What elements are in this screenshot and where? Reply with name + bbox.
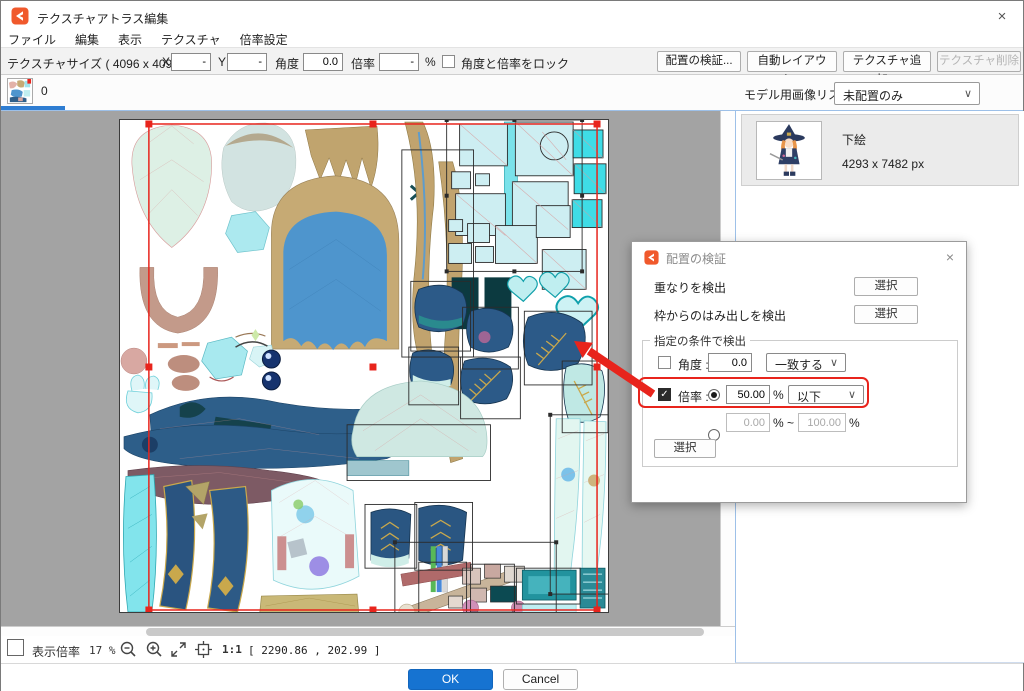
image-list-filter-dropdown[interactable]: 未配置のみ ∨ <box>834 82 980 105</box>
detect-outside-label: 枠からのはみ出しを検出 <box>654 307 786 324</box>
tab-thumbnail <box>7 78 33 104</box>
zoom-out-icon[interactable] <box>119 640 138 659</box>
dialog-title: 配置の検証 <box>666 250 726 267</box>
list-item[interactable]: 下絵 4293 x 7482 px <box>741 114 1019 186</box>
active-tab-underline <box>1 106 65 110</box>
cursor-coordinates: [ 2290.86 , 202.99 ] <box>248 644 380 657</box>
close-icon[interactable]: × <box>989 8 1015 26</box>
menu-edit[interactable]: 編集 <box>75 31 99 48</box>
dialog-logo-icon <box>644 250 659 265</box>
menu-bar: ファイル 編集 表示 テクスチャ 倍率設定 <box>1 31 1023 47</box>
fit-expand-icon[interactable] <box>169 640 188 659</box>
filter-value: 未配置のみ <box>843 87 903 104</box>
overlap-select-button[interactable]: 選択 <box>854 277 918 296</box>
cancel-button[interactable]: Cancel <box>503 669 578 690</box>
view-zoom-checkbox[interactable] <box>7 639 24 656</box>
scale-label: 倍率 <box>351 55 375 72</box>
scale-field[interactable] <box>379 53 419 71</box>
scale-mode-dropdown[interactable]: 以下 ∨ <box>788 385 864 404</box>
app-logo-icon <box>11 7 29 25</box>
range-min-field[interactable] <box>726 413 770 432</box>
texture-size-label: テクスチャサイズ ( 4096 x 4096 ) <box>7 55 186 72</box>
percent-label: % <box>425 55 436 69</box>
angle-label: 角度 <box>275 55 299 72</box>
menu-scale-settings[interactable]: 倍率設定 <box>240 31 288 48</box>
remove-texture-button[interactable]: テクスチャ削除 <box>937 51 1021 72</box>
angle-condition-field[interactable] <box>708 353 752 372</box>
lock-angle-scale-label: 角度と倍率をロック <box>461 55 569 72</box>
outside-select-button[interactable]: 選択 <box>854 305 918 324</box>
range-max-field[interactable] <box>798 413 846 432</box>
item-thumbnail <box>756 121 822 180</box>
chevron-down-icon: ∨ <box>830 356 838 369</box>
ok-button[interactable]: OK <box>408 669 493 690</box>
angle-condition-label: 角度 : <box>678 356 709 373</box>
angle-condition-checkbox[interactable] <box>658 356 671 369</box>
zoom-in-icon[interactable] <box>145 640 164 659</box>
range-join-label: % ~ <box>773 416 794 430</box>
scale-single-radio[interactable] <box>708 389 720 401</box>
atlas-pieces <box>121 122 606 612</box>
texture-atlas-canvas[interactable] <box>119 119 609 613</box>
menu-file[interactable]: ファイル <box>8 31 56 48</box>
range-unit-label: % <box>849 416 860 430</box>
add-texture-button[interactable]: テクスチャ追加... <box>843 51 931 72</box>
tab-strip: 0 モデル用画像リスト 未配置のみ ∨ <box>1 75 1023 111</box>
menu-texture[interactable]: テクスチャ <box>161 31 221 48</box>
scale-mode-value: 以下 <box>797 388 821 405</box>
check-icon: ✓ <box>660 389 668 400</box>
chevron-down-icon: ∨ <box>964 87 972 100</box>
dialog-close-icon[interactable]: × <box>940 249 960 265</box>
condition-select-button[interactable]: 選択 <box>654 439 716 458</box>
view-zoom-label: 表示倍率 <box>32 643 80 660</box>
y-field[interactable] <box>227 53 267 71</box>
lock-angle-scale-checkbox[interactable] <box>442 55 455 68</box>
x-field[interactable] <box>171 53 211 71</box>
scale-value-field[interactable] <box>726 385 770 404</box>
placement-validation-dialog: 配置の検証 × 重なりを検出 選択 枠からのはみ出しを検出 選択 指定の条件で検… <box>631 241 967 503</box>
toolbar: テクスチャサイズ ( 4096 x 4096 ) X Y 角度 倍率 % 角度と… <box>1 47 1023 75</box>
condition-group-legend: 指定の条件で検出 <box>650 333 750 349</box>
fit-frame-icon[interactable] <box>194 640 213 659</box>
scale-condition-label: 倍率 : <box>678 388 709 405</box>
footer-bar: OK Cancel <box>1 663 1023 691</box>
menu-view[interactable]: 表示 <box>118 31 142 48</box>
scale-unit-label: % <box>773 388 784 402</box>
view-zoom-value: 17 % <box>89 644 116 657</box>
item-size: 4293 x 7482 px <box>842 157 924 171</box>
canvas-horizontal-scrollbar[interactable] <box>1 626 735 636</box>
angle-field[interactable] <box>303 53 343 71</box>
detect-overlap-label: 重なりを検出 <box>654 279 726 296</box>
tab-label: 0 <box>41 84 48 98</box>
texture-atlas-window: テクスチャアトラス編集 × ファイル 編集 表示 テクスチャ 倍率設定 テクスチ… <box>0 0 1024 691</box>
item-name: 下絵 <box>842 131 866 148</box>
status-bar: 表示倍率 17 % 1:1 [ 2290.86 , 202.99 ] <box>1 636 741 663</box>
scrollbar-thumb[interactable] <box>146 628 704 636</box>
texture-atlas-image <box>120 120 608 612</box>
window-title: テクスチャアトラス編集 <box>37 10 168 27</box>
tab-texture-0[interactable]: 0 <box>5 77 65 106</box>
x-label: X <box>162 55 170 69</box>
auto-layout-button[interactable]: 自動レイアウト... <box>747 51 837 72</box>
scale-condition-checkbox[interactable]: ✓ <box>658 388 671 401</box>
angle-mode-dropdown[interactable]: 一致する ∨ <box>766 353 846 372</box>
validate-placement-button[interactable]: 配置の検証... <box>657 51 741 72</box>
actual-size-button[interactable]: 1:1 <box>222 643 242 656</box>
y-label: Y <box>218 55 226 69</box>
atlas-canvas-pane <box>1 111 735 636</box>
chevron-down-icon: ∨ <box>848 388 856 401</box>
title-bar: テクスチャアトラス編集 × <box>1 1 1023 31</box>
angle-mode-value: 一致する <box>775 356 823 373</box>
